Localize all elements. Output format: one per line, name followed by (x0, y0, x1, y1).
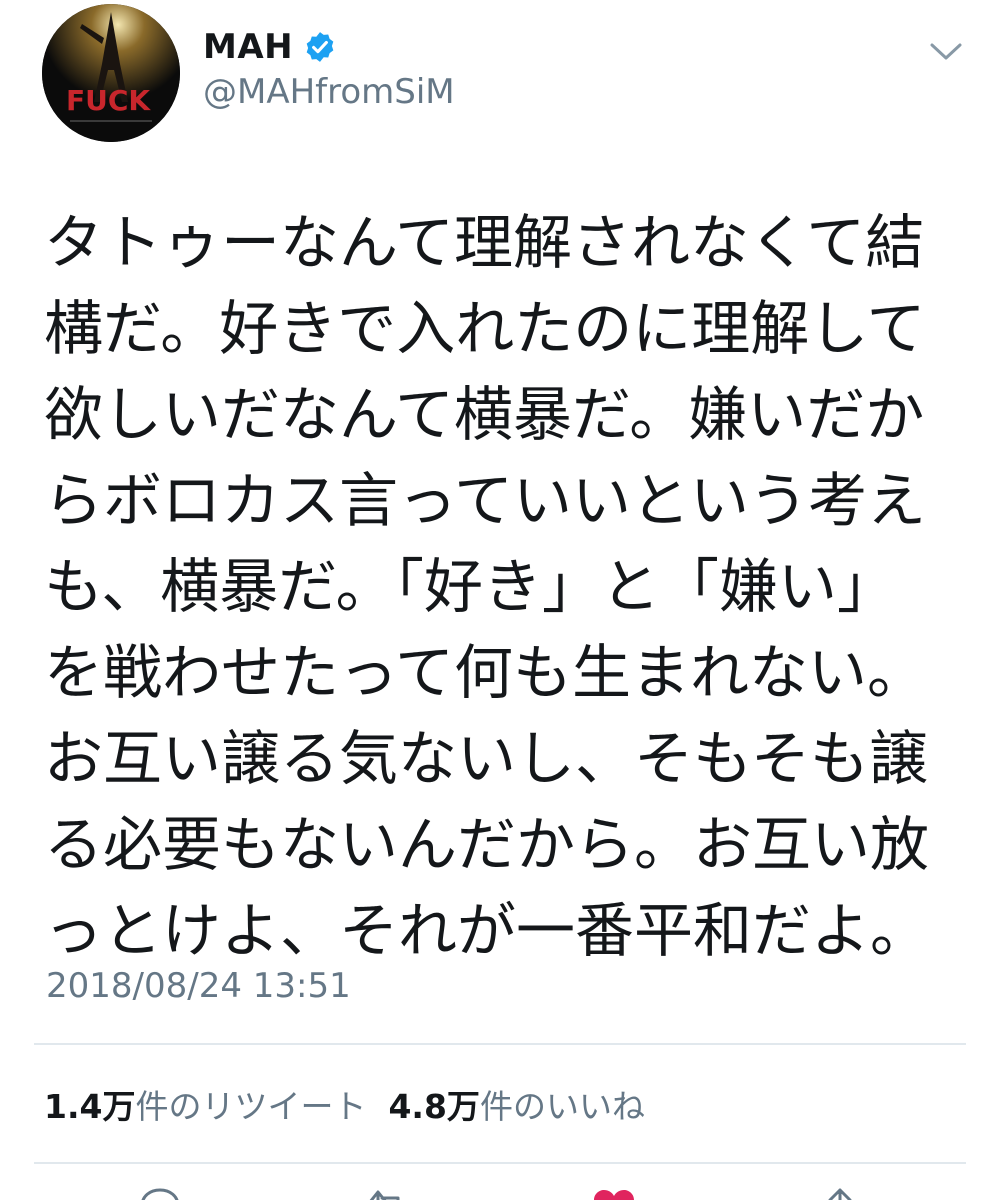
chevron-down-icon[interactable] (926, 40, 966, 64)
tweet-text-line: も、横暴だ。「好き」と「嫌い」 (44, 552, 896, 621)
tweet-text-line: 欲しいだなんて横暴だ。嫌いだか (44, 380, 925, 449)
likes-stat[interactable]: 4.8万件のいいね (388, 1080, 644, 1128)
tweet-text-line: る必要もないんだから。お互い放 (44, 810, 930, 879)
user-handle[interactable]: @MAHfromSiM (203, 72, 455, 112)
avatar[interactable]: FUCK (42, 4, 180, 142)
tweet-text-line: タトゥーなんて理解されなくて結 (44, 208, 925, 277)
divider (34, 1043, 966, 1045)
tweet-text-line: お互い譲る気ないし、そもそも譲 (44, 724, 928, 793)
likes-count: 4.8万 (388, 1087, 480, 1126)
retweets-stat[interactable]: 1.4万件のリツイート (44, 1080, 366, 1128)
tweet-text-line: を戦わせたって何も生まれない。 (44, 638, 927, 707)
retweets-label: 件のリツイート (135, 1087, 367, 1126)
tweet-text-line: っとけよ、それが一番平和だよ。 (44, 896, 930, 965)
avatar-logo-text: FUCK (66, 84, 151, 117)
tweet: FUCK MAH @MAHfromSiM タトゥーなんて理解されなくて結 構だ。… (0, 0, 1000, 1200)
reply-icon[interactable] (138, 1188, 182, 1200)
divider (34, 1162, 966, 1164)
action-bar (0, 1188, 1000, 1200)
likes-label: 件のいいね (479, 1087, 645, 1126)
author-name-row[interactable]: MAH (203, 24, 337, 70)
tweet-text: タトゥーなんて理解されなくて結 構だ。好きで入れたのに理解して 欲しいだなんて横… (44, 200, 944, 974)
heart-icon[interactable] (592, 1188, 636, 1200)
tweet-text-line: らボロカス言っていいという考え (44, 466, 927, 535)
engagement-stats: 1.4万件のリツイート 4.8万件のいいね (44, 1080, 645, 1128)
tweet-text-line: 構だ。好きで入れたのに理解して (44, 294, 926, 363)
verified-badge-icon (303, 30, 337, 64)
display-name[interactable]: MAH (203, 27, 293, 67)
tweet-timestamp[interactable]: 2018/08/24 13:51 (46, 966, 351, 1006)
share-icon[interactable] (818, 1188, 862, 1200)
avatar-image: FUCK (42, 4, 180, 142)
retweets-count: 1.4万 (44, 1087, 136, 1126)
retweet-icon[interactable] (366, 1188, 410, 1200)
